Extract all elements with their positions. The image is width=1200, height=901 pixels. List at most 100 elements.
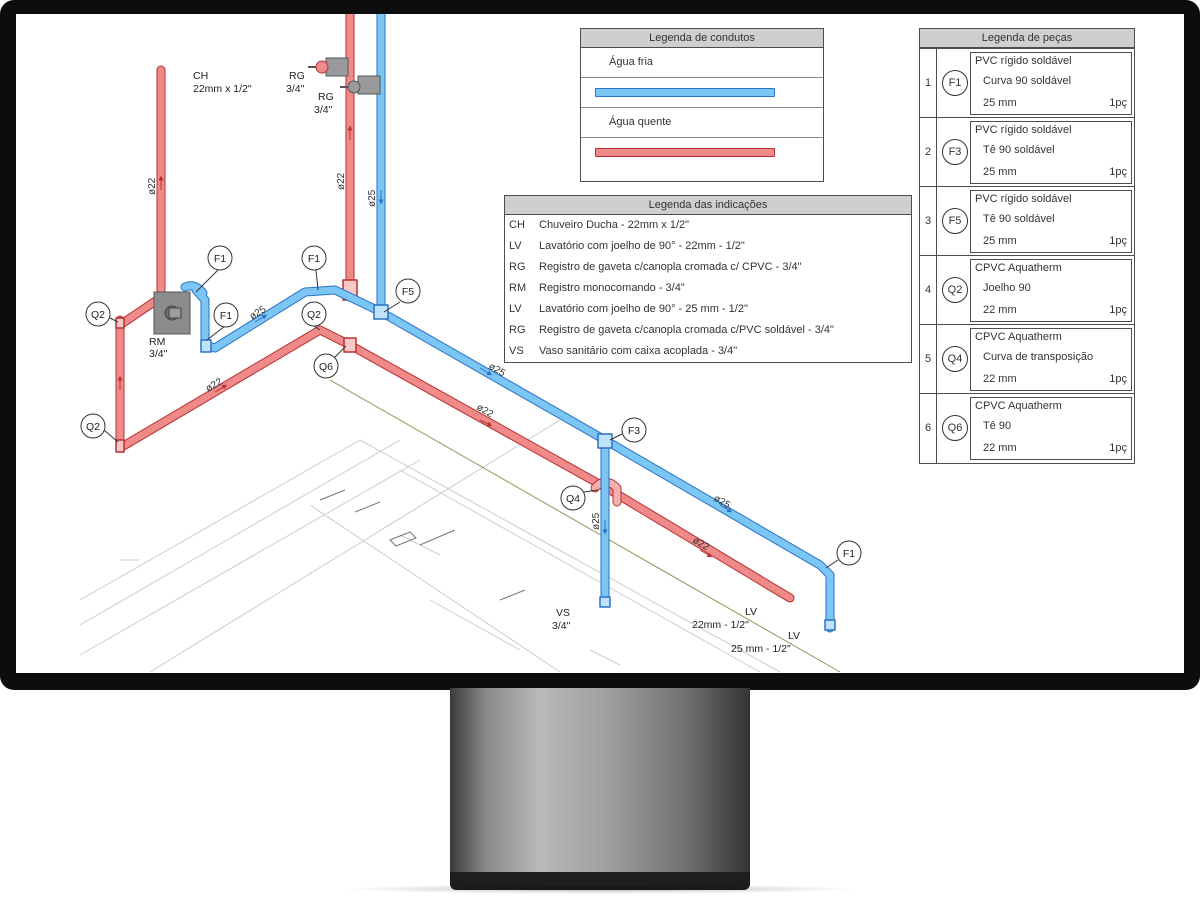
fitting-tag-f5: F5 (383, 278, 421, 313)
part-card: CPVC Aquatherm Tê 90 22 mm 1pç (970, 397, 1132, 460)
part-number: 3 (920, 187, 937, 256)
part-type: PVC rígido soldável (975, 55, 1072, 67)
part-row: 6 Q6 CPVC Aquatherm Tê 90 22 mm 1pç (920, 393, 1134, 463)
part-row: 3 F5 PVC rígido soldável Tê 90 soldável … (920, 186, 1134, 256)
part-quantity: 1pç (1109, 97, 1127, 109)
indication-code: RG (509, 324, 526, 336)
part-type: CPVC Aquatherm (975, 400, 1062, 412)
part-code: Q2 (942, 277, 968, 303)
monitor-stand (450, 688, 750, 880)
part-card: PVC rígido soldável Curva 90 soldável 25… (970, 52, 1132, 115)
svg-text:F1: F1 (308, 253, 320, 265)
part-quantity: 1pç (1109, 304, 1127, 316)
part-name: Joelho 90 (983, 282, 1031, 294)
diameter-label: ø25 (367, 189, 378, 207)
rm-size-label: 3/4" (149, 348, 168, 360)
part-type: CPVC Aquatherm (975, 262, 1062, 274)
indication-desc: Lavatório com joelho de 90° - 25 mm - 1/… (539, 303, 748, 315)
part-type: CPVC Aquatherm (975, 331, 1062, 343)
part-dimension: 25 mm (983, 166, 1017, 178)
fitting-tag-q2: Q2 (85, 301, 119, 327)
ch-spec-label: 22mm x 1/2" (193, 83, 252, 95)
lv1-spec-label: 22mm - 1/2" (692, 619, 749, 631)
part-number: 1 (920, 49, 937, 118)
vs-code-label: VS (556, 607, 570, 619)
svg-text:Q2: Q2 (307, 309, 321, 321)
part-name: Curva 90 soldável (983, 75, 1072, 87)
fitting-tag-q2: Q2 (80, 413, 119, 443)
rg-size-label: 3/4" (286, 83, 305, 95)
part-code: F5 (942, 208, 968, 234)
part-quantity: 1pç (1109, 373, 1127, 385)
indication-code: LV (509, 240, 522, 252)
fitting-tag-q6: Q6 (313, 345, 347, 379)
part-dimension: 22 mm (983, 304, 1017, 316)
part-name: Tê 90 (983, 420, 1012, 432)
svg-text:Q4: Q4 (566, 493, 580, 505)
part-name: Curva de transposição (983, 351, 1094, 363)
part-quantity: 1pç (1109, 166, 1127, 178)
hot-water-swatch (595, 148, 775, 157)
part-code: F3 (942, 139, 968, 165)
fitting-tag-f1: F1 (301, 245, 327, 291)
indication-desc: Registro monocomando - 3/4" (539, 282, 685, 294)
rm-code-label: RM (149, 336, 165, 348)
rm-valve (153, 291, 191, 335)
conduits-legend-title: Legenda de condutos (581, 29, 823, 48)
part-code: Q4 (942, 346, 968, 372)
fitting-tag-f1: F1 (825, 540, 862, 569)
indication-code: RG (509, 261, 526, 273)
part-type: PVC rígido soldável (975, 124, 1072, 136)
part-dimension: 22 mm (983, 373, 1017, 385)
part-quantity: 1pç (1109, 442, 1127, 454)
diameter-label: ø25 (591, 512, 602, 530)
lv1-code-label: LV (745, 606, 757, 618)
indication-row: RG Registro de gaveta c/canopla cromada c… (505, 320, 911, 341)
svg-text:Q2: Q2 (91, 309, 105, 321)
svg-text:F1: F1 (843, 548, 855, 560)
part-quantity: 1pç (1109, 235, 1127, 247)
fixture-sketch (319, 489, 526, 601)
part-code: F1 (942, 70, 968, 96)
indication-row: LV Lavatório com joelho de 90° - 22mm - 1… (505, 236, 911, 257)
part-row: 2 F3 PVC rígido soldável Tê 90 soldável … (920, 117, 1134, 187)
indication-desc: Registro de gaveta c/canopla cromada c/ … (539, 261, 802, 273)
ch-code-label: CH (193, 70, 208, 82)
lv2-code-label: LV (788, 630, 800, 642)
part-number: 5 (920, 325, 937, 394)
part-number: 6 (920, 394, 937, 463)
part-card: CPVC Aquatherm Curva de transposição 22 … (970, 328, 1132, 391)
rg-code-label-2: RG (318, 91, 334, 103)
cold-water-swatch (595, 88, 775, 97)
lv2-spec-label: 25 mm - 1/2" (731, 643, 791, 655)
indication-row: LV Lavatório com joelho de 90° - 25 mm - … (505, 299, 911, 320)
indication-code: RM (509, 282, 527, 294)
conduit-swatch-row (581, 78, 823, 108)
indication-row: CH Chuveiro Ducha - 22mm x 1/2" (505, 215, 911, 236)
floor-plan-lines (79, 419, 781, 673)
part-name: Tê 90 soldável (983, 213, 1055, 225)
indication-row: VS Vaso sanitário com caixa acoplada - 3/… (505, 341, 911, 362)
svg-text:Q2: Q2 (86, 421, 100, 433)
svg-text:F3: F3 (628, 425, 640, 437)
part-card: PVC rígido soldável Tê 90 soldável 25 mm… (970, 190, 1132, 253)
part-card: PVC rígido soldável Tê 90 soldável 25 mm… (970, 121, 1132, 184)
rg-valve-hot (308, 57, 349, 77)
diameter-label: ø22 (336, 172, 347, 190)
part-card: CPVC Aquatherm Joelho 90 22 mm 1pç (970, 259, 1132, 322)
indication-row: RG Registro de gaveta c/canopla cromada c… (505, 257, 911, 278)
svg-text:F1: F1 (220, 310, 232, 322)
indication-code: LV (509, 303, 522, 315)
indications-legend-title: Legenda das indicações (505, 196, 911, 215)
rg-size-label-2: 3/4" (314, 104, 333, 116)
indication-desc: Lavatório com joelho de 90° - 22mm - 1/2… (539, 240, 745, 252)
indication-code: CH (509, 219, 525, 231)
part-name: Tê 90 soldável (983, 144, 1055, 156)
indication-code: VS (509, 345, 524, 357)
svg-text:F5: F5 (402, 286, 414, 298)
hot-water-label: Água quente (609, 116, 672, 128)
fitting-tag-f3: F3 (609, 417, 647, 443)
parts-legend: Legenda de peças 1 F1 PVC rígido soldáve… (919, 28, 1135, 464)
rg-code-label: RG (289, 70, 305, 82)
part-dimension: 25 mm (983, 97, 1017, 109)
